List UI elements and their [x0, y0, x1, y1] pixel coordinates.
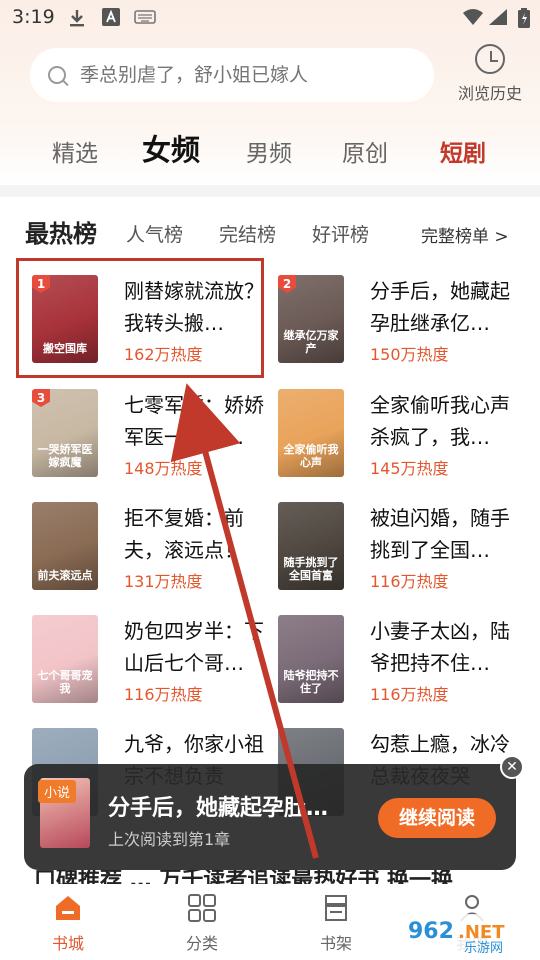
- book-item[interactable]: 陆爷把持不住了 小妻子太凶，陆爷把持不住… 116万热度: [278, 615, 528, 715]
- book-title: 全家偷听我心声杀疯了，我…: [370, 393, 510, 449]
- book-title: 七零军婚：娇娇军医一哭，…: [124, 393, 264, 449]
- rank-badge: 2: [278, 275, 296, 293]
- book-item[interactable]: 前夫滚远点 拒不复婚：前夫，滚远点！ 131万热度: [32, 502, 282, 602]
- keyboard-icon: [134, 8, 156, 31]
- book-cover: 3 一哭娇军医嫁疯魔: [32, 389, 98, 477]
- book-item[interactable]: 随手挑到了全国首富 被迫闪婚，随手挑到了全国… 116万热度: [278, 502, 528, 602]
- book-heat: 150万热度: [370, 345, 449, 364]
- book-cover: 前夫滚远点: [32, 502, 98, 590]
- book-item[interactable]: 3 一哭娇军医嫁疯魔 七零军婚：娇娇军医一哭，… 148万热度: [32, 389, 282, 489]
- grid-icon: [186, 892, 218, 924]
- popup-subtitle: 上次阅读到第1章: [108, 830, 231, 849]
- battery-icon: [518, 8, 530, 33]
- signal-icon: [488, 8, 508, 31]
- continue-reading-popup[interactable]: 小说 分手后，她藏起孕肚… 上次阅读到第1章 继续阅读: [24, 764, 516, 870]
- nav-bookstore-label: 书城: [51, 934, 84, 953]
- tab-nvpin[interactable]: 女频: [142, 127, 200, 169]
- continue-reading-button[interactable]: 继续阅读: [378, 798, 496, 838]
- wifi-icon: [462, 8, 484, 31]
- nav-bookshelf[interactable]: 书架: [296, 892, 376, 954]
- tab-jingxuan[interactable]: 精选: [52, 134, 98, 168]
- book-title: 拒不复婚：前夫，滚远点！: [124, 506, 244, 562]
- tab-popularity[interactable]: 人气榜: [126, 220, 183, 247]
- tab-duanju[interactable]: 短剧: [440, 134, 486, 168]
- popup-title: 分手后，她藏起孕肚…: [108, 796, 329, 821]
- status-bar: 3:19: [0, 0, 540, 36]
- close-icon[interactable]: ✕: [500, 755, 524, 779]
- bookshelf-icon: [320, 892, 352, 924]
- download-icon: [68, 8, 86, 33]
- nav-category[interactable]: 分类: [162, 892, 242, 954]
- book-title: 被迫闪婚，随手挑到了全国…: [370, 506, 510, 562]
- book-title: 小妻子太凶，陆爷把持不住…: [370, 619, 510, 675]
- full-ranking-link[interactable]: 完整榜单 >: [421, 222, 509, 247]
- book-cover: 2 继承亿万家产: [278, 275, 344, 363]
- svg-text:.NET: .NET: [458, 922, 505, 943]
- book-cover: 全家偷听我心声: [278, 389, 344, 477]
- book-cover: 随手挑到了全国首富: [278, 502, 344, 590]
- tab-yuanchuang[interactable]: 原创: [342, 134, 388, 168]
- book-cover: 七个哥哥宠我: [32, 615, 98, 703]
- peek-text: 口碑推荐 … 万千读者追读最热好书 换一换: [34, 870, 453, 884]
- watermark-logo: 962 .NET 乐游网: [402, 912, 534, 956]
- channel-tabs: 精选 女频 男频 原创 短剧: [0, 126, 540, 174]
- nav-bookstore[interactable]: 书城: [28, 892, 108, 954]
- clock-icon: [475, 44, 505, 74]
- cover-text: 随手挑到了全国首富: [283, 556, 339, 582]
- rank-badge: 3: [32, 389, 50, 407]
- cover-text: 全家偷听我心声: [283, 443, 339, 469]
- search-icon: [48, 66, 66, 84]
- book-title: 分手后，她藏起孕肚继承亿…: [370, 279, 510, 335]
- book-item[interactable]: 2 继承亿万家产 分手后，她藏起孕肚继承亿… 150万热度: [278, 275, 528, 375]
- tab-nanpin[interactable]: 男频: [246, 134, 292, 168]
- cover-text: 七个哥哥宠我: [37, 669, 93, 695]
- book-heat: 131万热度: [124, 572, 203, 591]
- book-cover: 陆爷把持不住了: [278, 615, 344, 703]
- book-title: 奶包四岁半：下山后七个哥…: [124, 619, 264, 675]
- nav-bookshelf-label: 书架: [319, 934, 352, 953]
- book-heat: 148万热度: [124, 459, 203, 478]
- book-heat: 145万热度: [370, 459, 449, 478]
- tab-rated[interactable]: 好评榜: [312, 220, 369, 247]
- cover-text: 前夫滚远点: [37, 569, 93, 582]
- ranking-title: 最热榜: [25, 219, 97, 248]
- app-a-icon: [102, 8, 120, 31]
- ranking-header: 最热榜 人气榜 完结榜 好评榜 完整榜单 >: [0, 210, 540, 254]
- home-icon: [52, 892, 84, 924]
- cover-text: 继承亿万家产: [283, 329, 339, 355]
- search-bar[interactable]: [30, 48, 434, 102]
- book-heat: 116万热度: [370, 572, 449, 591]
- highlight-box: [16, 258, 264, 378]
- book-heat: 116万热度: [370, 685, 449, 704]
- history-button[interactable]: 浏览历史: [448, 44, 532, 104]
- section-divider: [0, 185, 540, 197]
- status-time: 3:19: [12, 6, 55, 28]
- recommend-section-peek: 口碑推荐 … 万千读者追读最热好书 换一换: [0, 870, 540, 884]
- tab-completed[interactable]: 完结榜: [219, 220, 276, 247]
- nav-category-label: 分类: [185, 934, 218, 953]
- book-item[interactable]: 全家偷听我心声 全家偷听我心声杀疯了，我… 145万热度: [278, 389, 528, 489]
- cover-text: 一哭娇军医嫁疯魔: [37, 443, 93, 469]
- svg-text:乐游网: 乐游网: [464, 941, 503, 956]
- book-heat: 116万热度: [124, 685, 203, 704]
- history-label: 浏览历史: [457, 84, 522, 103]
- popup-tag: 小说: [38, 780, 77, 803]
- search-input[interactable]: [80, 64, 410, 86]
- book-item[interactable]: 七个哥哥宠我 奶包四岁半：下山后七个哥… 116万热度: [32, 615, 282, 715]
- svg-text:962: 962: [408, 919, 454, 944]
- cover-text: 陆爷把持不住了: [283, 669, 339, 695]
